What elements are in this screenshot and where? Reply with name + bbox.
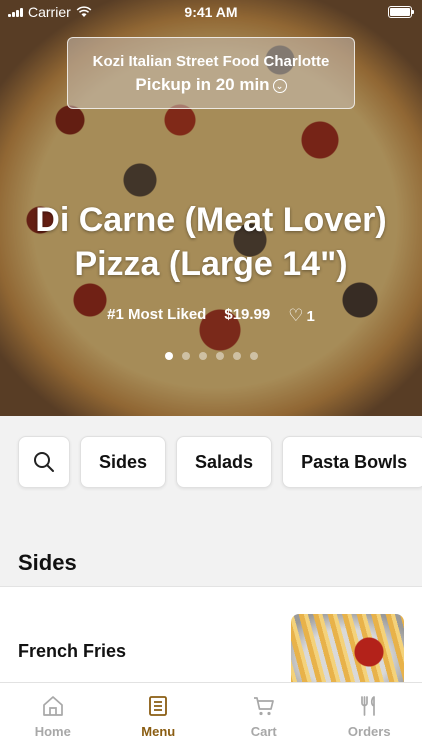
status-bar: Carrier 9:41 AM (0, 0, 422, 24)
tab-orders-label: Orders (348, 724, 391, 739)
tab-menu-label: Menu (141, 724, 175, 739)
featured-item-title[interactable]: Di Carne (Meat Lover) Pizza (Large 14") (20, 198, 402, 286)
menu-item-name: French Fries (18, 641, 126, 662)
pickup-time[interactable]: Pickup in 20 min ⌄ (68, 75, 354, 95)
tab-cart-label: Cart (251, 724, 277, 739)
price-label: $19.99 (224, 306, 270, 326)
category-chip-pasta-bowls[interactable]: Pasta Bowls (282, 436, 422, 488)
section-title: Sides (18, 550, 77, 576)
category-chip-salads[interactable]: Salads (176, 436, 272, 488)
carousel-dots[interactable] (0, 352, 422, 360)
menu-item[interactable]: French Fries (0, 587, 422, 687)
store-name: Kozi Italian Street Food Charlotte (68, 53, 354, 70)
carousel-dot[interactable] (199, 352, 207, 360)
tab-cart[interactable]: Cart (211, 683, 317, 751)
carousel-dot[interactable] (165, 352, 173, 360)
tab-orders[interactable]: Orders (317, 683, 422, 751)
like-count: 1 (307, 308, 315, 325)
tab-bar: Home Menu Cart Orders (0, 682, 422, 751)
category-chips: Sides Salads Pasta Bowls (18, 436, 422, 490)
pickup-label: Pickup in 20 min (135, 75, 269, 94)
carousel-dot[interactable] (233, 352, 241, 360)
chevron-down-icon: ⌄ (273, 79, 287, 93)
orders-icon (357, 694, 381, 718)
menu-icon (146, 694, 170, 718)
category-chip-sides[interactable]: Sides (80, 436, 166, 488)
cart-icon (252, 694, 276, 718)
rank-label: #1 Most Liked (107, 306, 206, 326)
carousel-dot[interactable] (216, 352, 224, 360)
search-icon (32, 450, 56, 474)
home-icon (41, 694, 65, 718)
like-button[interactable]: ♡1 (288, 306, 315, 326)
store-selector[interactable]: Kozi Italian Street Food Charlotte Picku… (67, 37, 355, 109)
battery-icon (388, 6, 412, 18)
carousel-dot[interactable] (250, 352, 258, 360)
carousel-dot[interactable] (182, 352, 190, 360)
tab-home[interactable]: Home (0, 683, 106, 751)
search-button[interactable] (18, 436, 70, 488)
status-time: 9:41 AM (0, 4, 422, 20)
featured-meta: #1 Most Liked $19.99 ♡1 (0, 306, 422, 326)
heart-icon: ♡ (288, 306, 303, 325)
tab-home-label: Home (35, 724, 71, 739)
tab-menu[interactable]: Menu (106, 683, 212, 751)
